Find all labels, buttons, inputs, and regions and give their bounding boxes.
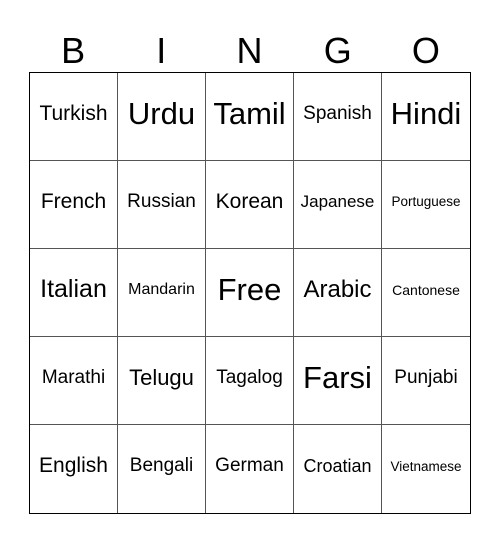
bingo-cell[interactable]: Croatian [294,425,382,513]
free-space-cell[interactable]: Free [206,249,294,337]
bingo-cell[interactable]: English [30,425,118,513]
bingo-cell[interactable]: Mandarin [118,249,206,337]
bingo-cell[interactable]: Urdu [118,73,206,161]
bingo-cell[interactable]: Bengali [118,425,206,513]
bingo-header: B I N G O [29,30,470,72]
bingo-cell[interactable]: Korean [206,161,294,249]
bingo-cell[interactable]: Italian [30,249,118,337]
bingo-cell[interactable]: Russian [118,161,206,249]
bingo-cell[interactable]: Marathi [30,337,118,425]
bingo-cell[interactable]: French [30,161,118,249]
bingo-cell[interactable]: Punjabi [382,337,470,425]
bingo-cell[interactable]: Hindi [382,73,470,161]
header-letter-o: O [411,30,440,71]
bingo-cell[interactable]: Spanish [294,73,382,161]
bingo-cell[interactable]: Japanese [294,161,382,249]
bingo-cell[interactable]: Portuguese [382,161,470,249]
bingo-cell[interactable]: Turkish [30,73,118,161]
header-letter-g: G [323,30,352,71]
bingo-cell[interactable]: Telugu [118,337,206,425]
bingo-cell[interactable]: Tagalog [206,337,294,425]
bingo-cell[interactable]: Arabic [294,249,382,337]
bingo-cell[interactable]: Tamil [206,73,294,161]
bingo-cell[interactable]: Farsi [294,337,382,425]
bingo-cell[interactable]: Vietnamese [382,425,470,513]
bingo-cell[interactable]: Cantonese [382,249,470,337]
bingo-card: Turkish Urdu Tamil Spanish Hindi French … [29,72,471,514]
bingo-cell[interactable]: German [206,425,294,513]
header-letter-n: N [236,30,263,71]
header-letter-i: I [156,30,167,71]
header-letter-b: B [61,30,86,71]
